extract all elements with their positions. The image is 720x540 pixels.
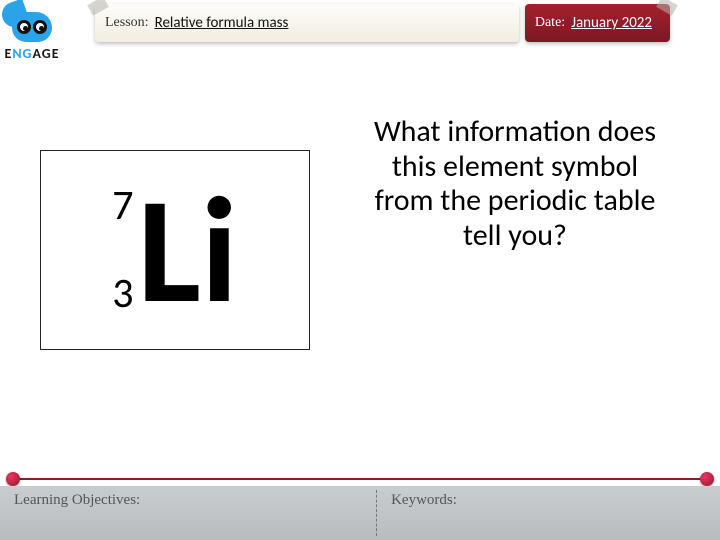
lesson-bar: Lesson: Relative formula mass Date: Janu… — [95, 4, 670, 42]
brand-text: ENGAGE — [4, 45, 59, 62]
footer-divider-line — [10, 478, 710, 480]
mascot-icon — [2, 2, 62, 47]
element-symbol: Li — [138, 183, 238, 318]
tape-icon — [87, 0, 109, 16]
lesson-label: Lesson: — [105, 15, 149, 31]
footer-bar: Learning Objectives: Keywords: — [0, 486, 720, 540]
learning-objectives-label: Learning Objectives: — [0, 486, 376, 540]
footer: Learning Objectives: Keywords: — [0, 478, 720, 540]
keywords-label: Keywords: — [377, 486, 720, 540]
mass-number: 7 — [112, 185, 133, 227]
date-label: Date: — [535, 15, 565, 31]
lesson-segment: Lesson: Relative formula mass — [95, 4, 519, 42]
tape-icon — [656, 0, 678, 16]
date-segment: Date: January 2022 — [525, 4, 670, 42]
brand-logo: ENGAGE — [2, 2, 62, 62]
header: ENGAGE Lesson: Relative formula mass Dat… — [0, 0, 720, 50]
lesson-title: Relative formula mass — [155, 14, 289, 32]
element-tile: 7 3 Li — [40, 150, 310, 350]
date-value: January 2022 — [571, 14, 652, 32]
atomic-number: 3 — [112, 273, 133, 315]
pin-icon — [700, 472, 714, 486]
pin-icon — [6, 472, 20, 486]
question-text: What information does this element symbo… — [370, 115, 660, 253]
